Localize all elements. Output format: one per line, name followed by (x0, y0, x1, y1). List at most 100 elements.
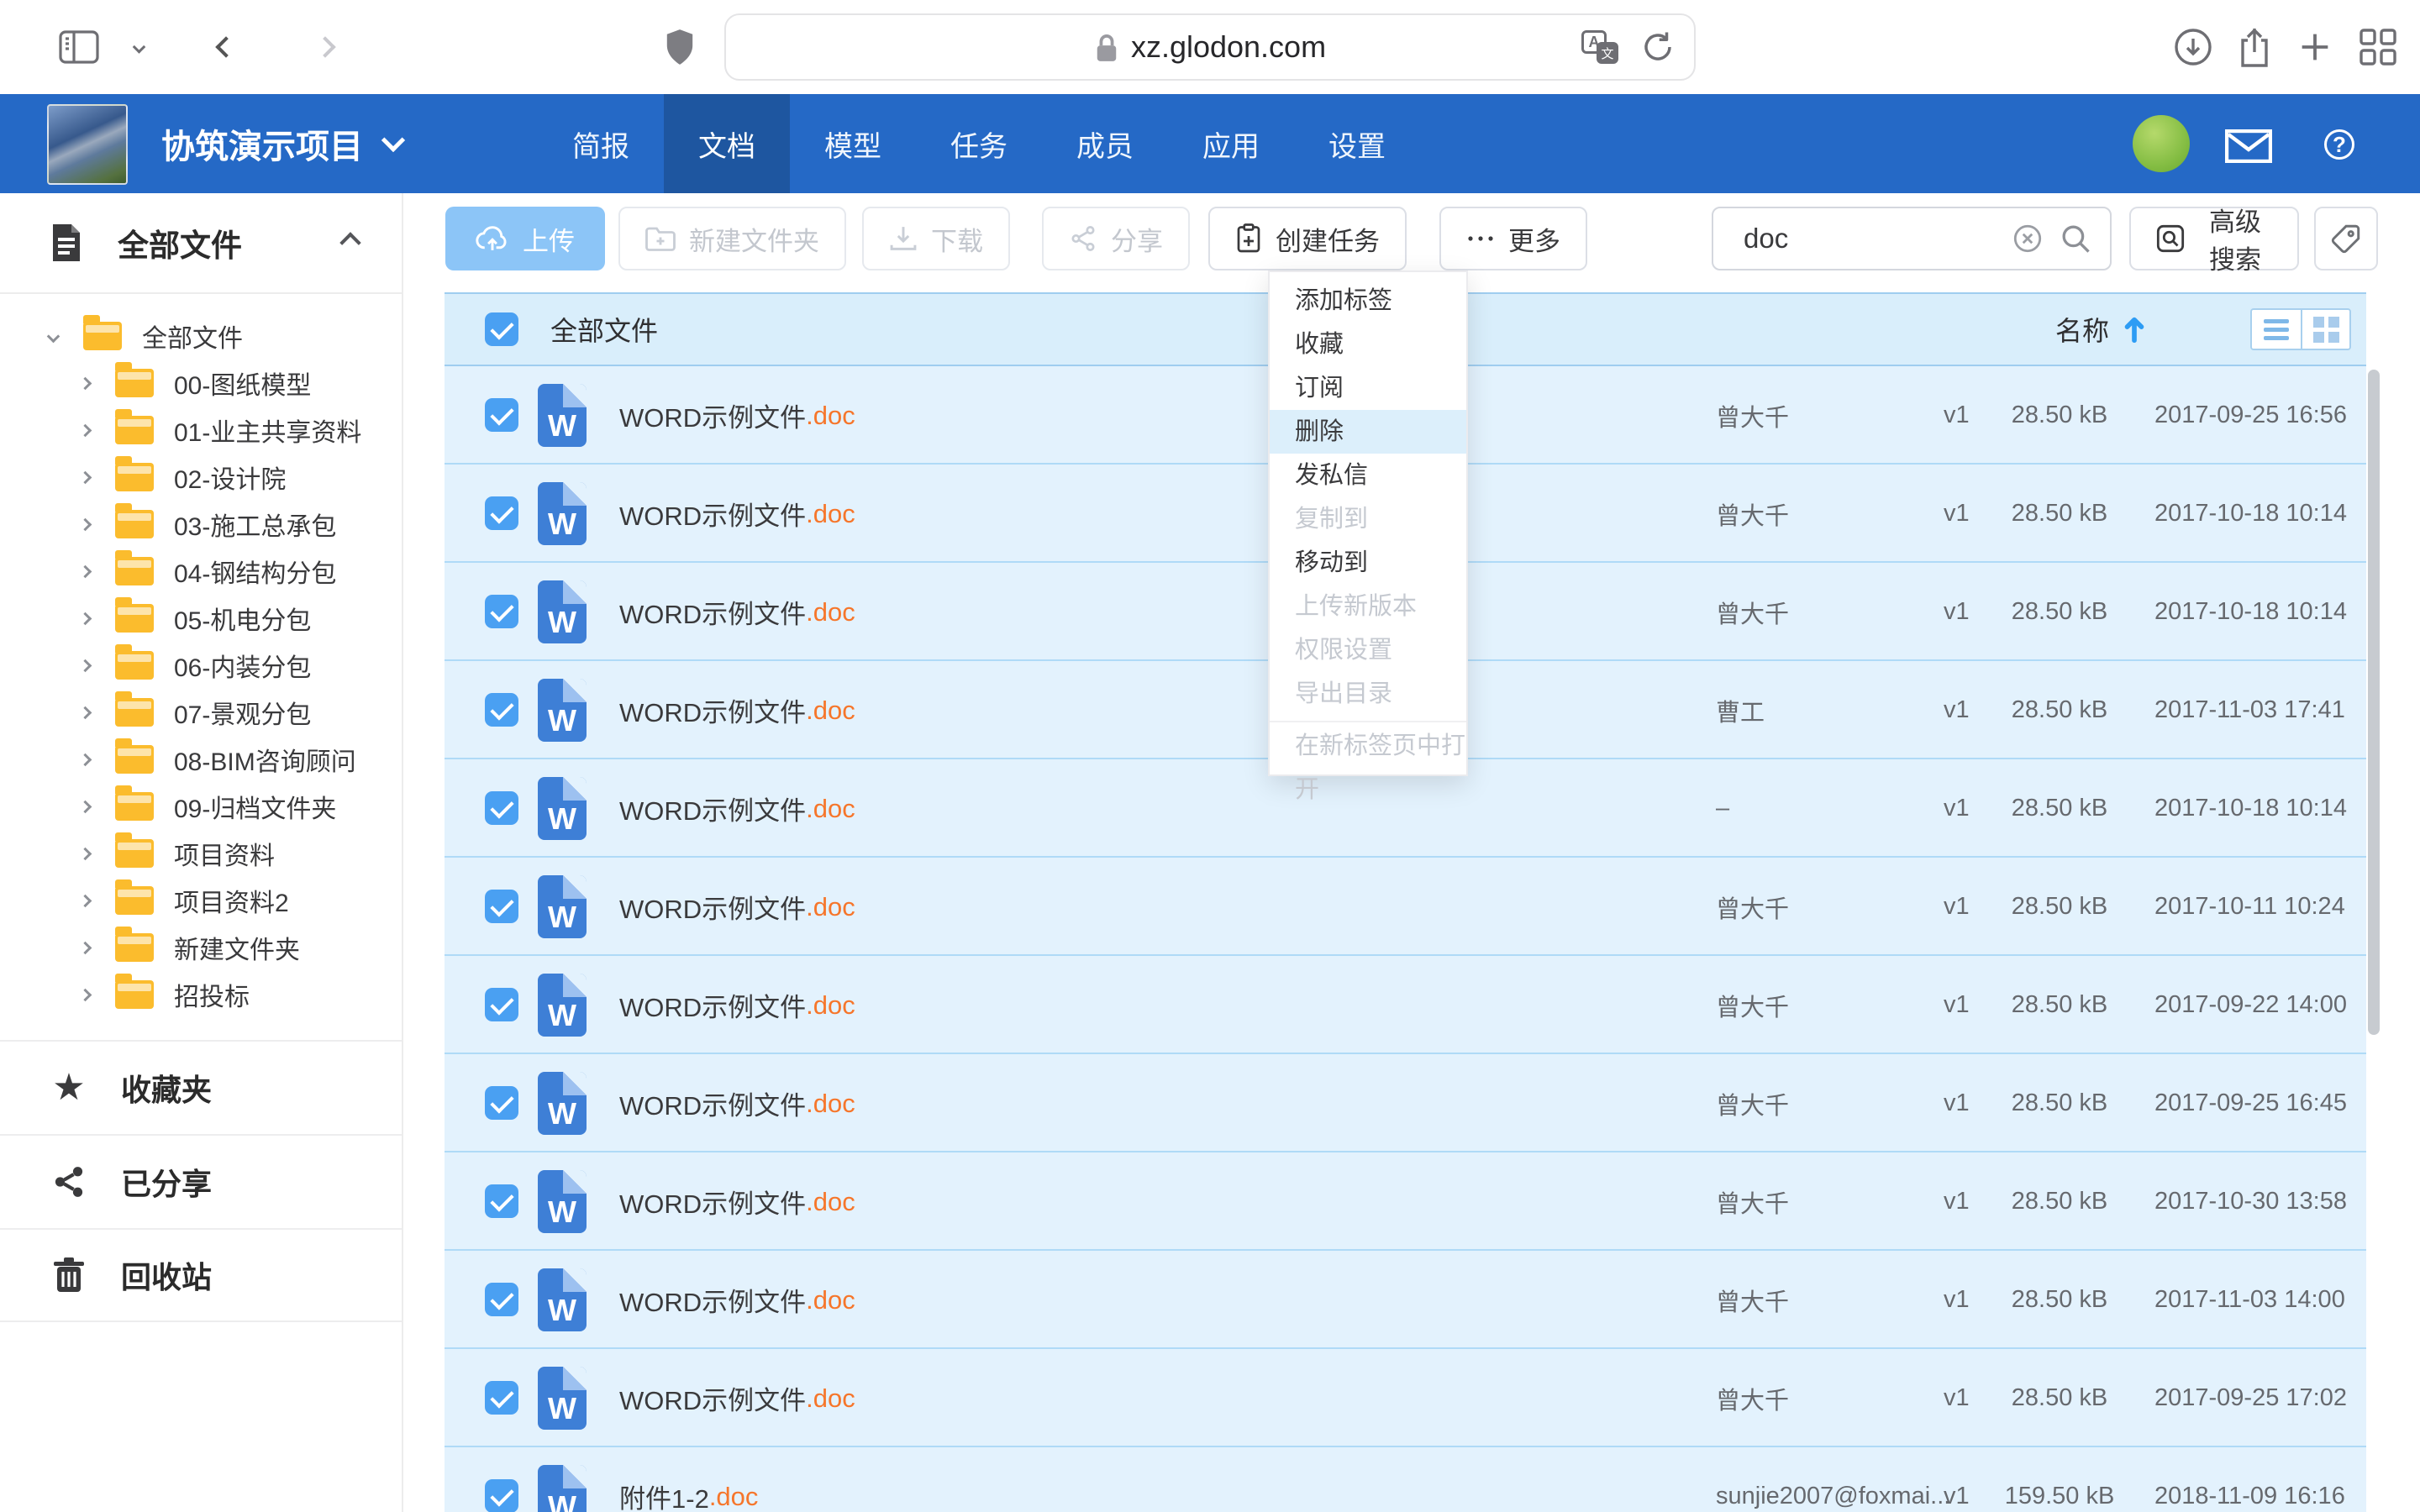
advanced-search-button[interactable]: 高级搜索 (2129, 207, 2299, 270)
row-checkbox[interactable] (485, 398, 518, 432)
folder-item[interactable]: 08-BIM咨询顾问 (0, 736, 402, 783)
menu-item[interactable]: 在新标签页中打开 (1270, 721, 1466, 768)
folder-item[interactable]: 项目资料 (0, 830, 402, 877)
list-view-button[interactable] (2252, 310, 2301, 349)
tree-root-all-files[interactable]: 全部文件 (0, 312, 402, 360)
sidebar-item-shared[interactable]: 已分享 (0, 1134, 402, 1228)
project-logo[interactable] (47, 104, 128, 185)
row-checkbox[interactable] (485, 791, 518, 825)
nav-tab[interactable]: 模型 (790, 94, 916, 193)
folder-item[interactable]: 07-景观分包 (0, 689, 402, 736)
chevron-right-icon[interactable] (79, 800, 92, 813)
chevron-right-icon[interactable] (79, 470, 92, 484)
menu-item[interactable]: 收藏 (1270, 323, 1466, 366)
file-name[interactable]: WORD示例文件.doc (619, 1152, 855, 1251)
sidebar-all-files[interactable]: 全部文件 (0, 193, 402, 294)
row-checkbox[interactable] (485, 988, 518, 1021)
file-row[interactable]: W WORD示例文件.doc 曾大千 v1 28.50 kB 2017-09-2… (445, 1349, 2366, 1447)
menu-item[interactable]: 订阅 (1270, 366, 1466, 410)
chevron-right-icon[interactable] (79, 847, 92, 860)
download-button[interactable]: 下载 (862, 207, 1010, 270)
back-button[interactable] (218, 39, 234, 55)
new-folder-button[interactable]: 新建文件夹 (618, 207, 846, 270)
nav-tab[interactable]: 成员 (1042, 94, 1168, 193)
menu-item[interactable]: 权限设置 (1270, 628, 1466, 672)
file-name[interactable]: WORD示例文件.doc (619, 759, 855, 858)
chevron-right-icon[interactable] (79, 753, 92, 766)
clear-search-icon[interactable] (2012, 223, 2043, 254)
forward-button[interactable] (318, 39, 333, 55)
search-icon[interactable] (2060, 223, 2091, 255)
sidebar-toggle-chevron-icon[interactable] (134, 43, 144, 52)
chevron-right-icon[interactable] (79, 423, 92, 437)
file-row[interactable]: W WORD示例文件.doc 曾大千 v1 28.50 kB 2017-09-2… (445, 956, 2366, 1054)
chevron-right-icon[interactable] (79, 612, 92, 625)
menu-item[interactable]: 添加标签 (1270, 279, 1466, 323)
sidebar-item-recycle[interactable]: 回收站 (0, 1228, 402, 1322)
nav-tab[interactable]: 设置 (1294, 94, 1420, 193)
chevron-right-icon[interactable] (79, 894, 92, 907)
translate-icon[interactable]: A文 (1581, 30, 1618, 64)
help-icon[interactable]: ? (2324, 129, 2354, 160)
collapse-icon[interactable] (339, 232, 360, 253)
upload-button[interactable]: 上传 (445, 207, 605, 270)
row-checkbox[interactable] (485, 1184, 518, 1218)
folder-item[interactable]: 00-图纸模型 (0, 360, 402, 407)
file-row[interactable]: W WORD示例文件.doc 曾大千 v1 28.50 kB 2017-10-3… (445, 1152, 2366, 1251)
file-name[interactable]: WORD示例文件.doc (619, 1349, 855, 1447)
row-checkbox[interactable] (485, 496, 518, 530)
chevron-right-icon[interactable] (79, 988, 92, 1001)
file-name[interactable]: WORD示例文件.doc (619, 1054, 855, 1152)
file-row[interactable]: W WORD示例文件.doc 曾大千 v1 28.50 kB 2017-09-2… (445, 1054, 2366, 1152)
file-name[interactable]: WORD示例文件.doc (619, 1251, 855, 1349)
file-name[interactable]: WORD示例文件.doc (619, 661, 855, 759)
folder-item[interactable]: 02-设计院 (0, 454, 402, 501)
share-page-icon[interactable] (2235, 25, 2274, 69)
tab-overview-icon[interactable] (2358, 27, 2398, 67)
nav-tab[interactable]: 任务 (916, 94, 1042, 193)
menu-item[interactable]: 上传新版本 (1270, 585, 1466, 628)
folder-item[interactable]: 01-业主共享资料 (0, 407, 402, 454)
file-name[interactable]: WORD示例文件.doc (619, 858, 855, 956)
row-checkbox[interactable] (485, 1283, 518, 1316)
search-input[interactable] (1713, 223, 2012, 255)
tag-button[interactable] (2314, 207, 2378, 270)
folder-item[interactable]: 09-归档文件夹 (0, 783, 402, 830)
chevron-right-icon[interactable] (79, 517, 92, 531)
row-checkbox[interactable] (485, 1479, 518, 1512)
menu-item[interactable]: 导出目录 (1270, 672, 1466, 716)
sidebar-item-favorites[interactable]: ★ 收藏夹 (0, 1040, 402, 1134)
file-name[interactable]: WORD示例文件.doc (619, 956, 855, 1054)
shield-icon[interactable] (664, 28, 696, 66)
chevron-right-icon[interactable] (79, 941, 92, 954)
row-checkbox[interactable] (485, 890, 518, 923)
select-all-checkbox[interactable] (485, 312, 518, 346)
project-switcher[interactable]: 协筑演示项目 (161, 94, 402, 193)
file-name[interactable]: WORD示例文件.doc (619, 366, 855, 465)
user-avatar[interactable] (2133, 115, 2190, 172)
folder-item[interactable]: 03-施工总承包 (0, 501, 402, 548)
folder-item[interactable]: 06-内装分包 (0, 642, 402, 689)
file-name[interactable]: WORD示例文件.doc (619, 465, 855, 563)
chevron-right-icon[interactable] (79, 376, 92, 390)
folder-item[interactable]: 招投标 (0, 971, 402, 1018)
row-checkbox[interactable] (485, 693, 518, 727)
folder-item[interactable]: 项目资料2 (0, 877, 402, 924)
sidebar-toggle-icon[interactable] (59, 30, 99, 64)
more-button[interactable]: 更多 (1439, 207, 1587, 270)
row-checkbox[interactable] (485, 1381, 518, 1415)
file-name[interactable]: 附件1-2.doc (619, 1447, 758, 1512)
menu-item[interactable]: 发私信 (1270, 454, 1466, 497)
row-checkbox[interactable] (485, 1086, 518, 1120)
vertical-scrollbar[interactable] (2368, 370, 2380, 1035)
downloads-icon[interactable] (2173, 27, 2213, 67)
menu-item[interactable]: 删除 (1270, 410, 1466, 454)
grid-view-button[interactable] (2301, 310, 2349, 349)
folder-item[interactable]: 新建文件夹 (0, 924, 402, 971)
nav-tab[interactable]: 文档 (664, 94, 790, 193)
new-tab-icon[interactable] (2296, 28, 2334, 66)
row-checkbox[interactable] (485, 595, 518, 628)
folder-item[interactable]: 05-机电分包 (0, 595, 402, 642)
file-row[interactable]: W WORD示例文件.doc 曾大千 v1 28.50 kB 2017-10-1… (445, 858, 2366, 956)
folder-item[interactable]: 04-钢结构分包 (0, 548, 402, 595)
